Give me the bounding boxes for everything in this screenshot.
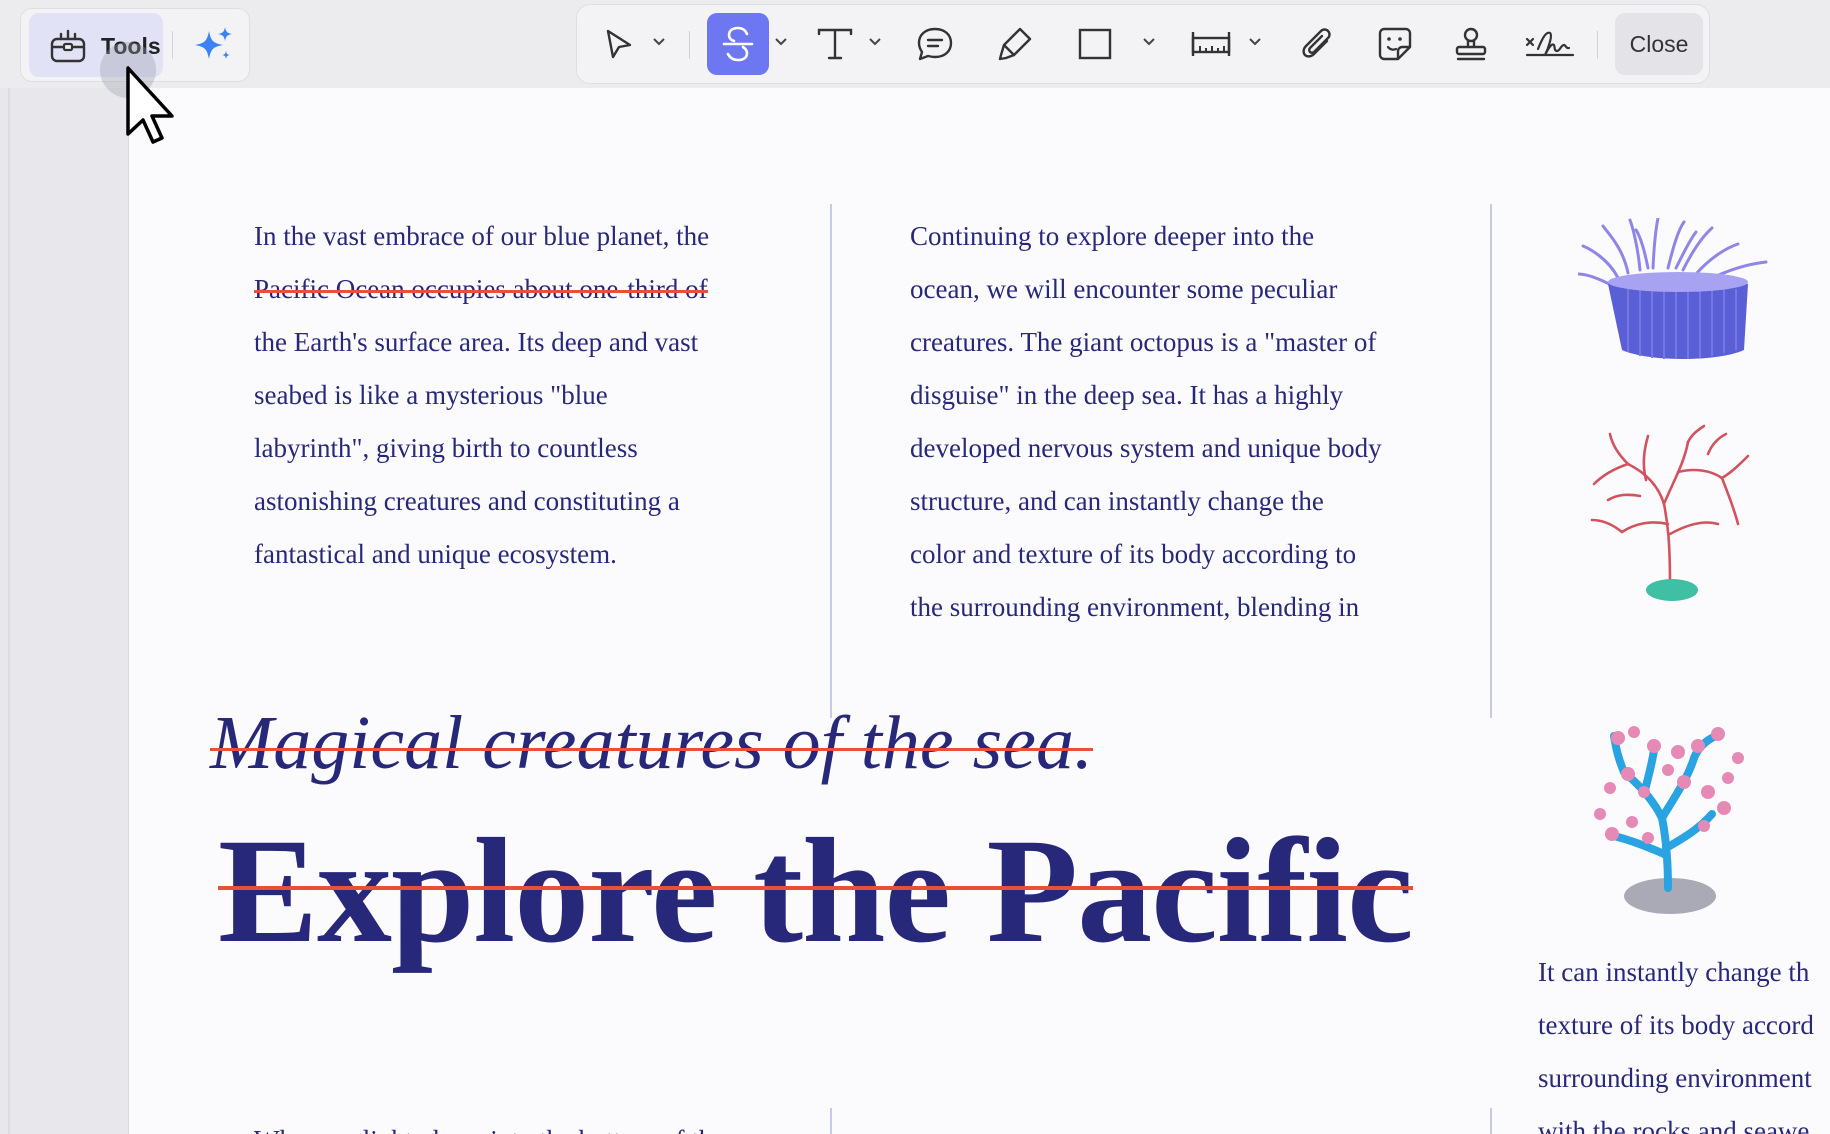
- text-line: developed nervous system and unique body: [910, 433, 1382, 463]
- text-t-icon: [817, 28, 853, 60]
- strikethrough-tool-button[interactable]: [707, 13, 769, 75]
- red-coral-illustration: [1590, 424, 1750, 601]
- text-line: labyrinth", giving birth to countless: [254, 433, 638, 463]
- page-edge: [128, 88, 129, 1134]
- highlight-tool-button[interactable]: [987, 13, 1043, 75]
- paragraph-column-2: Continuing to explore deeper into the oc…: [910, 210, 1450, 634]
- annotation-toolbar: Close: [576, 4, 1710, 84]
- signature-icon: [1525, 31, 1575, 57]
- pointer-arrow-icon: [606, 29, 632, 59]
- measure-dropdown-chevron-icon[interactable]: [1247, 33, 1263, 49]
- attach-tool-button[interactable]: [1289, 13, 1345, 75]
- text-line: the Earth's surface area. Its deep and v…: [254, 327, 699, 357]
- document-page: In the vast embrace of our blue planet, …: [128, 88, 1830, 1134]
- sea-anemone-illustration: [1578, 218, 1768, 359]
- rectangle-icon: [1078, 28, 1112, 60]
- text-line: seabed is like a mysterious "blue: [254, 380, 608, 410]
- ai-assistant-button[interactable]: [189, 21, 239, 71]
- paragraph-column-3: It can instantly change th texture of it…: [1538, 946, 1830, 1134]
- select-tool-button[interactable]: [591, 13, 647, 75]
- text-line: surrounding environment: [1538, 1063, 1812, 1093]
- sparkle-icon: [195, 27, 232, 59]
- text-tool-button[interactable]: [807, 13, 863, 75]
- text-line: Continuing to explore deeper into the: [910, 221, 1315, 251]
- stamp-icon: [1455, 27, 1487, 61]
- paragraph-column-1: In the vast embrace of our blue planet, …: [254, 210, 774, 581]
- struck-text-line[interactable]: Pacific Ocean occupies about one-third o…: [254, 274, 708, 304]
- toolbox-icon: [50, 29, 86, 63]
- highlighter-pen-icon: [998, 27, 1032, 61]
- toolbar-divider: [172, 31, 173, 59]
- column-divider: [830, 204, 832, 718]
- text-line: When sunlight glows into the bottom of t…: [254, 1110, 774, 1134]
- toolbar-divider: [689, 31, 690, 59]
- text-line: color and texture of its body according …: [910, 539, 1357, 569]
- measure-tool-button[interactable]: [1183, 13, 1239, 75]
- rail-edge: [8, 88, 10, 1134]
- tools-label: Tools: [101, 33, 161, 59]
- strikethrough-icon: [722, 26, 754, 62]
- subtitle-heading[interactable]: Magical creatures of the sea.: [210, 700, 1093, 787]
- ruler-icon: [1191, 32, 1231, 56]
- column-divider: [830, 1108, 832, 1134]
- text-line: structure, and can instantly change the: [910, 486, 1324, 516]
- subtitle-text: Magical creatures of the sea.: [210, 701, 1093, 785]
- text-dropdown-chevron-icon[interactable]: [867, 33, 883, 49]
- column-divider: [1490, 204, 1492, 718]
- column-divider: [1490, 1108, 1492, 1134]
- sticker-tool-button[interactable]: [1367, 13, 1423, 75]
- sticker-icon: [1378, 27, 1412, 61]
- main-headline[interactable]: Explore the Pacific: [218, 816, 1414, 966]
- headline-text: Explore the Pacific: [218, 808, 1414, 974]
- text-line: It can instantly change th: [1538, 957, 1810, 987]
- paragraph-bottom-partial: When sunlight glows into the bottom of t…: [254, 1110, 774, 1134]
- blue-coral-illustration: [1594, 726, 1744, 914]
- text-line: In the vast embrace of our blue planet, …: [254, 221, 710, 251]
- toolbar-divider: [1597, 31, 1598, 59]
- signature-tool-button[interactable]: [1519, 13, 1581, 75]
- text-line: the surrounding environment, blending in: [910, 592, 1360, 622]
- text-line: astonishing creatures and constituting a: [254, 486, 680, 516]
- comment-tool-button[interactable]: [907, 13, 963, 75]
- strikethrough-dropdown-chevron-icon[interactable]: [773, 33, 789, 49]
- shape-tool-button[interactable]: [1067, 13, 1123, 75]
- paperclip-icon: [1302, 28, 1331, 58]
- text-line: ocean, we will encounter some peculiar: [910, 274, 1338, 304]
- shape-dropdown-chevron-icon[interactable]: [1141, 33, 1157, 49]
- select-dropdown-chevron-icon[interactable]: [651, 33, 667, 49]
- close-button[interactable]: Close: [1615, 13, 1703, 75]
- strikethrough-annotation[interactable]: [218, 886, 1413, 890]
- text-line: texture of its body accord: [1538, 1010, 1814, 1040]
- left-toolbar-group: Tools: [20, 8, 250, 82]
- text-line: disguise" in the deep sea. It has a high…: [910, 380, 1344, 410]
- strikethrough-annotation[interactable]: [210, 748, 1093, 751]
- comment-bubble-icon: [917, 27, 953, 61]
- text-line: with the rocks and seawe: [1538, 1116, 1810, 1134]
- text-line: fantastical and unique ecosystem.: [254, 539, 617, 569]
- text-line: creatures. The giant octopus is a "maste…: [910, 327, 1377, 357]
- tools-button[interactable]: Tools: [29, 13, 163, 77]
- stamp-tool-button[interactable]: [1443, 13, 1499, 75]
- left-panel-rail: [0, 88, 128, 1134]
